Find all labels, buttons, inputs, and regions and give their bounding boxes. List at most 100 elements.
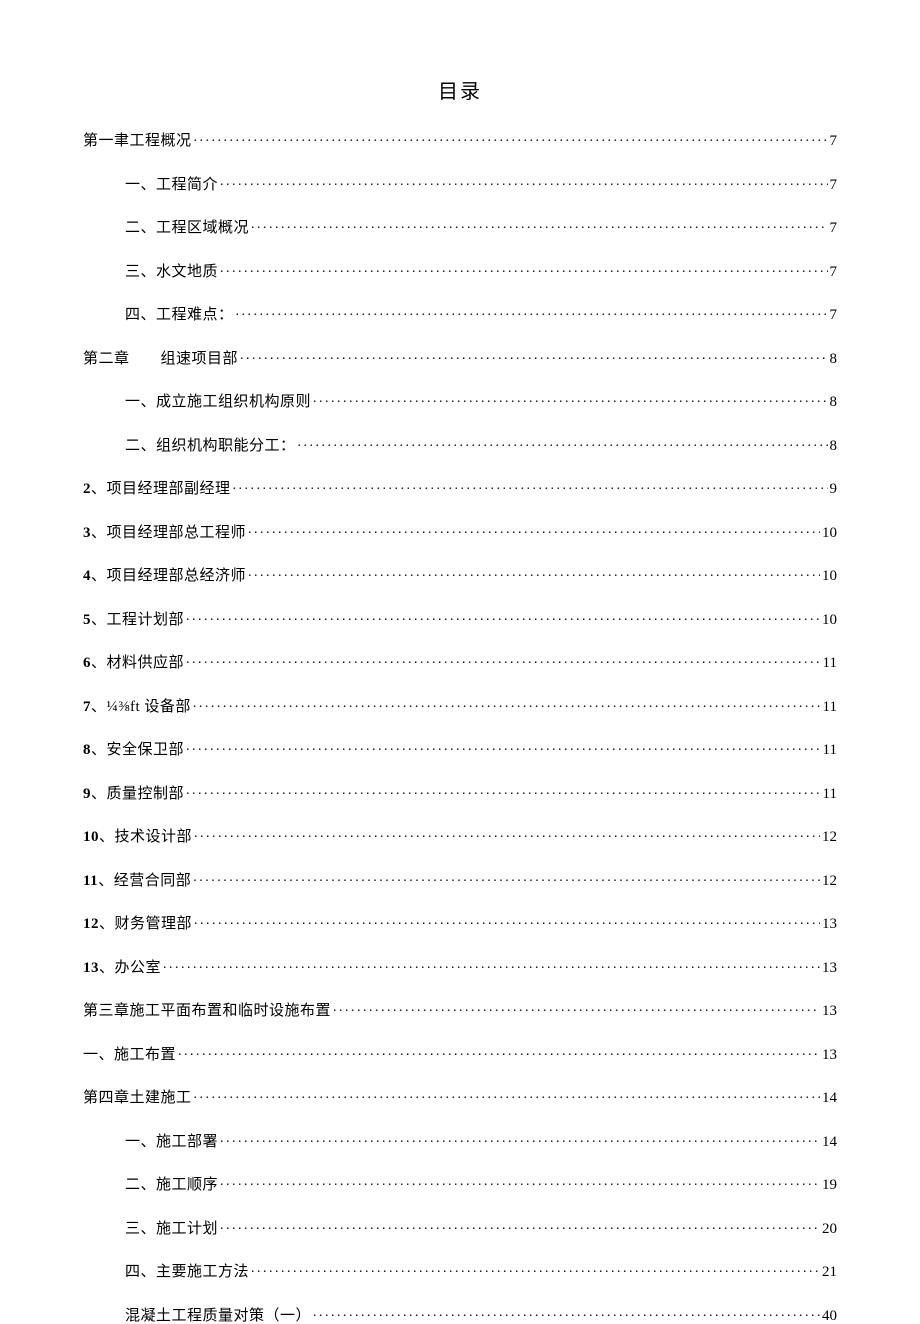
toc-entry: 12、财务管理部 13 [83,913,837,932]
toc-entry-number: 12 [83,916,99,932]
toc-entry: 9、质量控制部 11 [83,783,837,802]
toc-entry-page: 14 [822,1091,837,1106]
toc-entry-label: 4、项目经理部总经济师 [83,569,246,584]
toc-leader-dots [193,696,821,711]
toc-entry-label: 混凝土工程质量对策（一） [125,1309,311,1324]
toc-entry-page: 14 [822,1135,837,1150]
toc-leader-dots [233,478,828,493]
toc-entry-page: 11 [823,700,837,715]
toc-entry: 四、工程难点： 7 [83,304,837,323]
toc-entry-label: 一、施工布置 [83,1048,176,1063]
toc-entry-label: 一、成立施工组织机构原则 [125,395,311,410]
toc-leader-dots [194,1087,820,1102]
toc-leader-dots [178,1044,820,1059]
toc-entry-label: 6、材料供应部 [83,656,184,671]
toc-entry: 三、水文地质 7 [83,261,837,280]
toc-entry: 11、经营合同部 12 [83,870,837,889]
toc-entry-label: 二、工程区域概况 [125,221,249,236]
toc-leader-dots [298,435,828,450]
toc-entry-label: 11、经营合同部 [83,874,191,889]
toc-entry-label: 9、质量控制部 [83,787,184,802]
toc-leader-dots [333,1000,820,1015]
toc-entry-page: 40 [822,1309,837,1324]
toc-entry-page: 8 [830,352,838,367]
toc-leader-dots [240,348,827,363]
toc-leader-dots [194,130,828,145]
toc-entry-label: 三、施工计划 [125,1222,218,1237]
toc-entry: 8、安全保卫部 11 [83,739,837,758]
toc-entry-page: 11 [823,743,837,758]
toc-entry-page: 10 [822,613,837,628]
toc-leader-dots [186,739,821,754]
toc-entry-label: 四、主要施工方法 [125,1265,249,1280]
toc-leader-dots [186,652,821,667]
toc-entry-label: 8、安全保卫部 [83,743,184,758]
toc-entry-page: 7 [830,221,838,236]
toc-leader-dots [251,1261,820,1276]
toc-entry-label: 2、项目经理部副经理 [83,482,231,497]
toc-entry-number: 7 [83,699,91,715]
toc-entry-number: 11 [83,873,98,889]
toc-entry-page: 19 [822,1178,837,1193]
toc-entry-page: 7 [830,308,838,323]
toc-entry-number: 4 [83,568,91,584]
toc-entry-number: 2 [83,481,91,497]
toc-entry-label: 5、工程计划部 [83,613,184,628]
toc-entry-page: 13 [822,1048,837,1063]
toc-entry-page: 21 [822,1265,837,1280]
toc-entry: 第三章施工平面布置和临时设施布置 13 [83,1000,837,1019]
toc-entry: 6、材料供应部 11 [83,652,837,671]
toc-entry-label: 四、工程难点： [125,308,234,323]
toc-entry-label: 10、技术设计部 [83,830,192,845]
toc-entry-label: 第三章施工平面布置和临时设施布置 [83,1004,331,1019]
toc-entry-number: 13 [83,960,99,976]
toc-leader-dots [186,783,821,798]
toc-entry-number: 8 [83,742,91,758]
document-page: 目录 第一聿工程概况 7一、工程简介 7二、工程区域概况 7三、水文地质 7四、… [0,0,920,1301]
toc-entry-page: 13 [822,961,837,976]
toc-entry: 三、施工计划 20 [83,1218,837,1237]
toc-leader-dots [251,217,827,232]
toc-entry-page: 7 [830,265,838,280]
toc-leader-dots [194,826,820,841]
toc-leader-dots [220,261,827,276]
toc-entry-number: 6 [83,655,91,671]
toc-entry: 二、工程区域概况 7 [83,217,837,236]
toc-entry-page: 7 [830,134,838,149]
toc-entry-label: 二、施工顺序 [125,1178,218,1193]
toc-entry-page: 8 [830,439,838,454]
toc-entry: 10、技术设计部 12 [83,826,837,845]
toc-leader-dots [194,913,820,928]
toc-entry-number: 10 [83,829,99,845]
toc-entry-page: 7 [830,178,838,193]
toc-leader-dots [313,1305,820,1320]
toc-body: 第一聿工程概况 7一、工程简介 7二、工程区域概况 7三、水文地质 7四、工程难… [83,130,837,1324]
toc-entry-label: 7、¼⅜ft 设备部 [83,700,191,715]
toc-entry: 7、¼⅜ft 设备部 11 [83,696,837,715]
toc-entry-label: 13、办公室 [83,961,161,976]
toc-entry-page: 9 [830,482,838,497]
toc-leader-dots [186,609,820,624]
toc-entry-page: 12 [822,874,837,889]
toc-entry: 第一聿工程概况 7 [83,130,837,149]
toc-leader-dots [163,957,820,972]
toc-entry-page: 13 [822,1004,837,1019]
toc-entry: 13、办公室 13 [83,957,837,976]
toc-leader-dots [193,870,820,885]
toc-entry: 4、项目经理部总经济师 10 [83,565,837,584]
toc-entry: 2、项目经理部副经理 9 [83,478,837,497]
toc-entry: 一、成立施工组织机构原则 8 [83,391,837,410]
toc-entry-number: 3 [83,525,91,541]
toc-entry: 3、项目经理部总工程师 10 [83,522,837,541]
toc-entry-page: 10 [822,569,837,584]
toc-entry-label: 二、组织机构职能分工： [125,439,296,454]
toc-entry-label: 第一聿工程概况 [83,134,192,149]
toc-entry-label: 第二章 组速项目部 [83,352,238,367]
toc-title: 目录 [83,75,837,104]
toc-entry-label: 第四章土建施工 [83,1091,192,1106]
toc-leader-dots [220,174,827,189]
toc-entry-page: 8 [830,395,838,410]
toc-leader-dots [248,522,820,537]
toc-entry-label: 三、水文地质 [125,265,218,280]
toc-leader-dots [220,1131,820,1146]
